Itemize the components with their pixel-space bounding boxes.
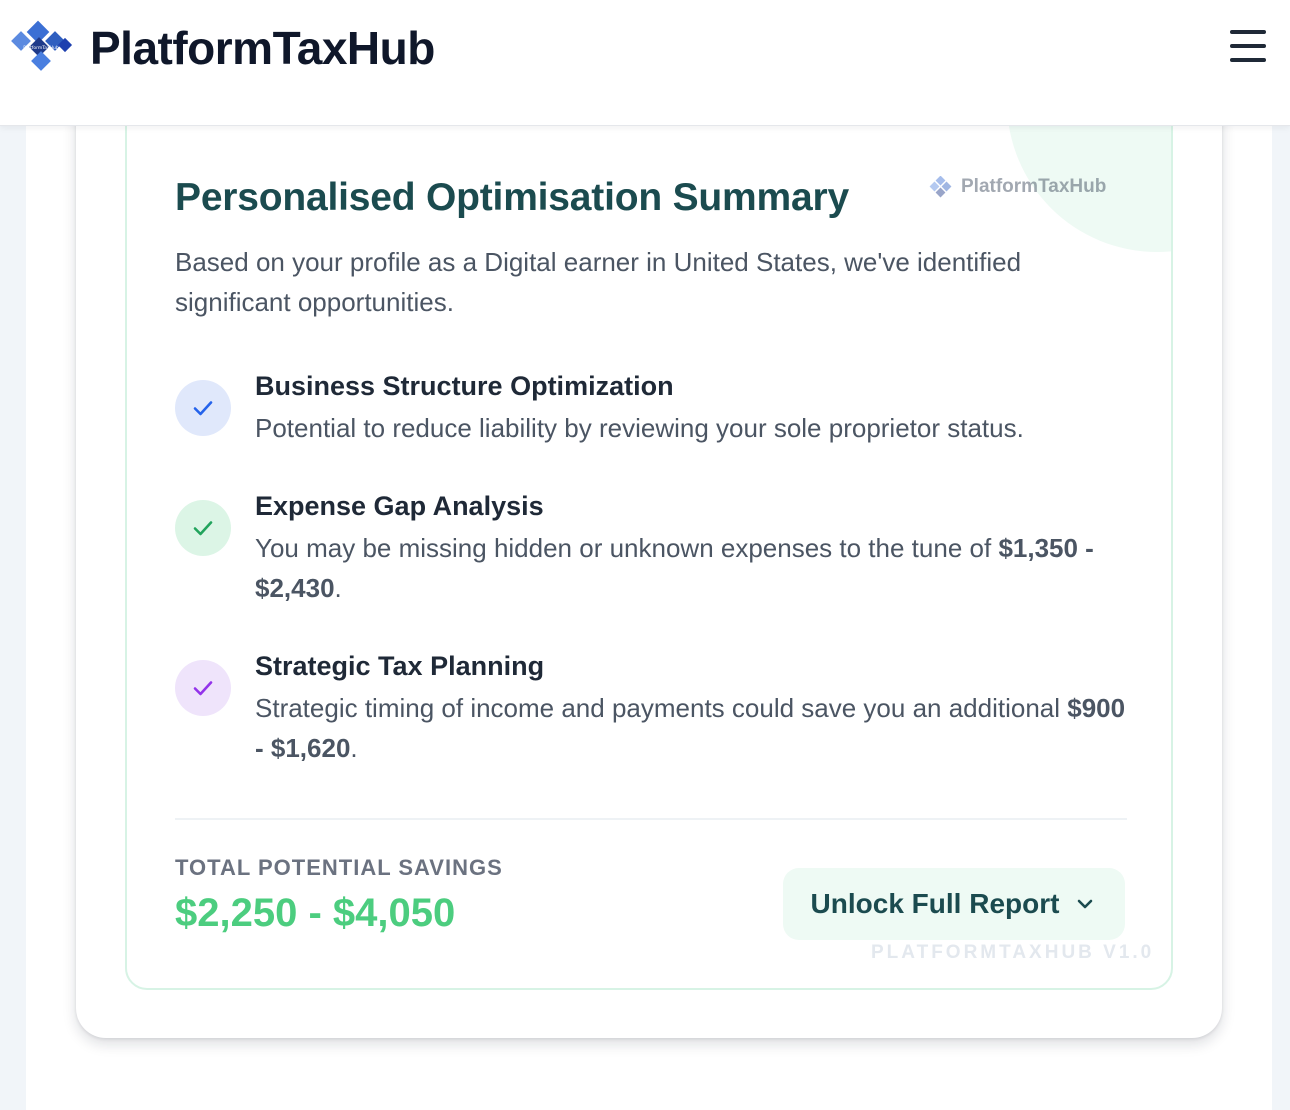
watermark-logo-icon bbox=[929, 176, 952, 198]
brand-name[interactable]: PlatformTaxHub bbox=[90, 20, 435, 76]
check-icon-badge bbox=[175, 500, 231, 556]
logo-text: PlatformTaxHub bbox=[23, 45, 59, 51]
optimisation-summary-card: PlatformTaxHub Personalised Optimisation… bbox=[125, 90, 1173, 990]
total-savings-label: TOTAL POTENTIAL SAVINGS bbox=[175, 855, 503, 880]
unlock-full-report-button[interactable]: Unlock Full Report bbox=[783, 868, 1125, 940]
check-icon bbox=[193, 521, 213, 536]
brand-logo-icon[interactable]: PlatformTaxHub bbox=[10, 18, 74, 74]
check-icon-badge bbox=[175, 660, 231, 716]
feature-description: Potential to reduce liability by reviewi… bbox=[255, 413, 1024, 443]
chevron-down-icon bbox=[1078, 899, 1093, 909]
check-icon bbox=[193, 681, 213, 696]
card-intro: Based on your profile as a Digital earne… bbox=[175, 247, 1022, 317]
hamburger-menu-icon[interactable] bbox=[1226, 28, 1270, 66]
feature-description: You may be missing hidden or unknown exp… bbox=[255, 528, 1135, 608]
version-stamp: PLATFORMTAXHUB V1.0 bbox=[871, 942, 1155, 963]
description-text: You may be missing hidden or unknown exp… bbox=[255, 533, 992, 563]
menu-bar bbox=[1230, 30, 1266, 34]
divider bbox=[175, 818, 1127, 820]
unlock-button-label: Unlock Full Report bbox=[810, 888, 1060, 919]
description-suffix: . bbox=[334, 573, 342, 603]
check-icon bbox=[193, 401, 213, 416]
feature-title: Strategic Tax Planning bbox=[255, 651, 545, 681]
card-title: Personalised Optimisation Summary bbox=[175, 176, 849, 219]
description-text: Strategic timing of income and payments … bbox=[255, 693, 1061, 723]
watermark-brand-text: PlatformTaxHub bbox=[961, 176, 1107, 197]
card-watermark-brand: PlatformTaxHub bbox=[929, 174, 1106, 200]
menu-bar bbox=[1230, 44, 1266, 48]
feature-description: Strategic timing of income and payments … bbox=[255, 688, 1135, 768]
menu-bar bbox=[1230, 58, 1266, 62]
description-suffix: . bbox=[350, 733, 358, 763]
feature-title: Business Structure Optimization bbox=[255, 371, 674, 401]
feature-title: Expense Gap Analysis bbox=[255, 491, 544, 521]
app-header: PlatformTaxHub PlatformTaxHub bbox=[0, 0, 1290, 126]
total-savings-value: $2,250 - $4,050 bbox=[175, 891, 456, 935]
check-icon-badge bbox=[175, 380, 231, 436]
